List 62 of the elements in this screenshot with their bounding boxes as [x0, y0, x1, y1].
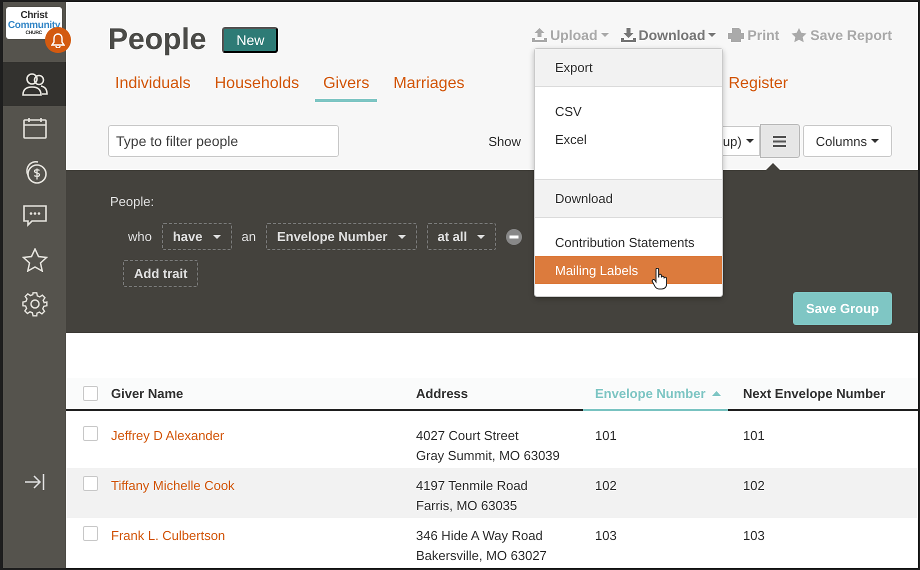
- star-action[interactable]: Save Report: [791, 27, 892, 43]
- tab[interactable]: Individuals: [107, 74, 199, 102]
- sidebar-item[interactable]: [3, 62, 66, 106]
- download-icon: [620, 28, 636, 42]
- trait-dropdown[interactable]: at all: [426, 223, 496, 250]
- tab[interactable]: Households: [206, 74, 308, 102]
- hand-cursor-icon: [651, 268, 667, 290]
- print-action[interactable]: Print: [728, 27, 780, 43]
- new-button[interactable]: New: [222, 27, 278, 53]
- next-envelope-cell: 102: [743, 478, 765, 493]
- collapse-icon[interactable]: [24, 474, 44, 490]
- giver-name-link[interactable]: Frank L. Culbertson: [111, 518, 226, 546]
- people-icon: [22, 72, 48, 96]
- row-checkbox[interactable]: [83, 526, 98, 541]
- tab[interactable]: Marriages: [385, 74, 472, 102]
- address-cell-text: 4027 Court Street Gray Summit, MO 63039: [416, 427, 561, 465]
- remove-icon[interactable]: [506, 228, 522, 245]
- star-icon: [791, 28, 808, 42]
- trait-dropdown[interactable]: have: [162, 223, 232, 250]
- tab[interactable]: Givers: [315, 74, 378, 102]
- star-icon: [22, 248, 48, 272]
- chat-icon: [22, 205, 46, 227]
- menu-icon: [773, 136, 786, 146]
- tab[interactable]: Register: [720, 74, 796, 102]
- menu-item[interactable]: CSV: [535, 97, 722, 125]
- menu-item[interactable]: Excel: [535, 125, 722, 153]
- trait-dropdown[interactable]: Envelope Number: [266, 223, 416, 250]
- group-label: People:: [110, 194, 154, 210]
- row-checkbox[interactable]: [83, 426, 98, 441]
- calendar-icon: [22, 117, 46, 139]
- menu-item[interactable]: Contribution Statements: [535, 228, 722, 256]
- settings-icon: [22, 291, 48, 317]
- giver-name-link[interactable]: Jeffrey D Alexander: [111, 418, 224, 446]
- column-header[interactable]: Next Envelope Number: [728, 378, 918, 409]
- next-envelope-cell: 101: [743, 428, 765, 443]
- bell-icon: [51, 32, 65, 48]
- envelope-number-cell: 103: [595, 528, 617, 543]
- envelope-number-cell: 102: [595, 478, 617, 493]
- columns-button[interactable]: Columns: [802, 125, 892, 157]
- column-header[interactable]: Giver Name: [111, 378, 416, 409]
- address-cell-text: 4197 Tenmile Road Farris, MO 63035: [416, 477, 529, 515]
- trait-text: who: [128, 229, 152, 244]
- sort-up-icon: [712, 391, 721, 396]
- row-checkbox[interactable]: [83, 476, 98, 491]
- address-cell-text: 346 Hide A Way Road Bakersville, MO 63027: [416, 527, 548, 565]
- giver-name-link[interactable]: Tiffany Michelle Cook: [111, 468, 235, 496]
- list-view-button[interactable]: [760, 124, 800, 158]
- printer-icon: [728, 28, 744, 42]
- menu-header: Download: [535, 179, 722, 218]
- show-label: Show: [488, 134, 521, 148]
- next-envelope-cell: 103: [743, 528, 765, 543]
- download-action[interactable]: Download: [620, 27, 716, 43]
- trait-text: an: [242, 229, 256, 244]
- upload-action[interactable]: Upload: [532, 27, 609, 43]
- menu-header: Export: [535, 49, 722, 87]
- filter-field[interactable]: Type to filter people: [108, 125, 339, 157]
- column-header[interactable]: Address: [416, 378, 583, 409]
- envelope-number-cell: 101: [595, 428, 617, 443]
- add-trait-button[interactable]: Add trait: [123, 260, 198, 288]
- page-title: People: [108, 23, 206, 57]
- upload-icon: [532, 28, 548, 42]
- select-all-checkbox[interactable]: [83, 386, 98, 401]
